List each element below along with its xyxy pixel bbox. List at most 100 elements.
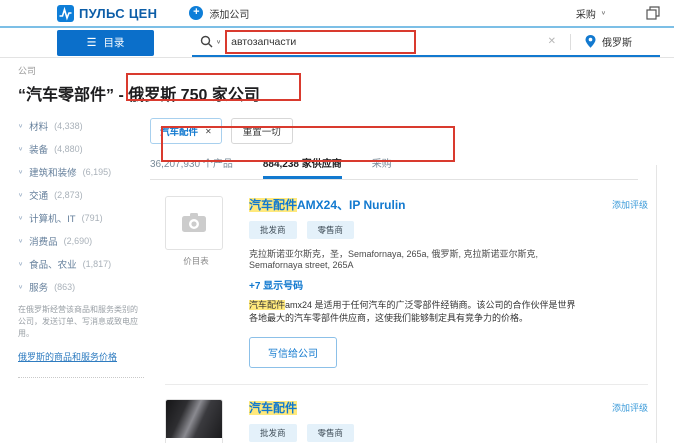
remove-filter-icon[interactable]: ✕ xyxy=(205,127,212,136)
procurement-label: 采购 xyxy=(575,9,596,21)
sidebar-item-construction[interactable]: ∨ 建筑和装修 (6,195) xyxy=(18,165,147,179)
page-title-quoted: “汽车零部件” xyxy=(18,87,115,104)
card-body: 添加评级 汽车配件 批发商 零售商 十月镇村，呃，121，奥斯特罗夫齐，圣，中环… xyxy=(249,399,648,443)
add-rating-link[interactable]: 添加评级 xyxy=(612,401,648,414)
category-count: (1,817) xyxy=(82,259,112,269)
add-rating-link[interactable]: 添加评级 xyxy=(612,198,648,211)
add-company-button[interactable]: + 添加公司 xyxy=(189,6,249,21)
catalog-button[interactable]: ☰ 目录 xyxy=(57,29,154,56)
description-rest: amx24 是适用于任何汽车的广泛零部件经销商。该公司的合作伙伴是世界各地最大的… xyxy=(249,300,576,323)
category-label: 消费品 xyxy=(29,237,58,248)
procurement-dropdown[interactable]: 采购 ∨ xyxy=(576,6,606,21)
price-list-label[interactable]: 价目表 xyxy=(165,255,227,267)
chevron-down-icon: ∨ xyxy=(600,10,606,17)
title-highlight: 汽车配件 xyxy=(249,401,298,415)
copy-windows-icon[interactable] xyxy=(646,6,660,20)
reset-all-button[interactable]: 重置一切 xyxy=(230,118,293,144)
chevron-down-icon: ∨ xyxy=(18,215,24,222)
main-area: 汽车配件 ✕ 重置一切 36,207,930 个产品 884,238 家供应商 … xyxy=(147,113,674,443)
region-selector[interactable]: 俄罗斯 xyxy=(585,34,632,49)
wholesaler-badge: 批发商 xyxy=(249,221,297,239)
catalog-label: 目录 xyxy=(103,37,125,49)
sidebar-prices-link[interactable]: 俄罗斯的商品和服务价格 xyxy=(18,350,117,363)
chevron-down-icon: ∨ xyxy=(18,238,24,245)
badges-row: 批发商 零售商 xyxy=(249,424,578,442)
category-count: (4,880) xyxy=(54,144,83,154)
title-rest: AMX24、IP Nurulin xyxy=(297,198,406,212)
sidebar: ∨ 材料 (4,338) ∨ 装备 (4,880) ∨ 建筑和装修 (6,195… xyxy=(0,113,147,443)
plus-icon: + xyxy=(189,6,204,20)
filter-chip-auto-parts[interactable]: 汽车配件 ✕ xyxy=(150,118,222,144)
chevron-down-icon: ∨ xyxy=(18,192,24,199)
chevron-down-icon: ∨ xyxy=(18,169,24,176)
category-count: (863) xyxy=(54,282,76,292)
tab-procurement[interactable]: 采购 xyxy=(372,155,392,179)
filter-chip-label: 汽车配件 xyxy=(160,127,199,138)
logo-text: ПУЛЬС ЦЕН xyxy=(79,5,158,21)
supplier-list: 价目表 添加评级 汽车配件AMX24、IP Nurulin 批发商 零售商 克拉… xyxy=(150,196,674,443)
category-count: (2,690) xyxy=(63,236,93,246)
chevron-down-icon: ∨ xyxy=(18,146,24,153)
category-label: 计算机、IT xyxy=(29,214,76,225)
thumb-column: 价目表 xyxy=(165,399,227,443)
sidebar-item-computers-it[interactable]: ∨ 计算机、IT (791) xyxy=(18,211,147,225)
sidebar-item-transport[interactable]: ∨ 交通 (2,873) xyxy=(18,188,147,202)
retailer-badge: 零售商 xyxy=(306,221,355,239)
breadcrumb[interactable]: 公司 xyxy=(18,64,674,77)
retailer-badge: 零售商 xyxy=(306,424,355,442)
add-company-label: 添加公司 xyxy=(209,9,250,21)
card-body: 添加评级 汽车配件AMX24、IP Nurulin 批发商 零售商 克拉斯诺亚尔… xyxy=(249,196,648,368)
category-count: (6,195) xyxy=(82,167,112,177)
company-photo xyxy=(166,400,222,438)
category-count: (4,338) xyxy=(54,121,83,131)
search-divider xyxy=(570,33,571,50)
search-scope-chevron-icon[interactable]: ∨ xyxy=(216,38,221,45)
sidebar-item-equipment[interactable]: ∨ 装备 (4,880) xyxy=(18,142,147,156)
company-title-link[interactable]: 汽车配件 xyxy=(249,399,578,416)
company-thumbnail[interactable] xyxy=(165,196,223,250)
thumb-column: 价目表 xyxy=(165,196,227,368)
menu-icon: ☰ xyxy=(86,37,97,49)
category-label: 服务 xyxy=(29,283,49,294)
write-to-company-button[interactable]: 写信给公司 xyxy=(249,337,337,368)
sidebar-item-materials[interactable]: ∨ 材料 (4,338) xyxy=(18,119,147,133)
sidebar-item-consumer-goods[interactable]: ∨ 消费品 (2,690) xyxy=(18,234,147,248)
sidebar-note: 在俄罗斯经营该商品和服务类别的公司，发送订单、写消息或致电应用。 xyxy=(18,305,138,338)
tab-products[interactable]: 36,207,930 个产品 xyxy=(150,155,233,179)
page-title: “汽车零部件” - 俄罗斯 750 家公司 xyxy=(18,81,674,105)
page-title-suffix: - 俄罗斯 750 家公司 xyxy=(114,87,260,104)
content: ∨ 材料 (4,338) ∨ 装备 (4,880) ∨ 建筑和装修 (6,195… xyxy=(0,113,674,443)
description-highlight: 汽车配件 xyxy=(249,300,286,310)
search-icon xyxy=(200,35,213,48)
category-label: 装备 xyxy=(29,145,49,156)
sidebar-divider xyxy=(18,377,144,378)
category-label: 建筑和装修 xyxy=(29,168,77,179)
location-pin-icon xyxy=(585,35,596,48)
sidebar-item-services[interactable]: ∨ 服务 (863) xyxy=(18,280,147,294)
wholesaler-badge: 批发商 xyxy=(249,424,297,442)
show-phone-link[interactable]: +7 显示号码 xyxy=(249,277,578,292)
category-count: (791) xyxy=(81,213,103,223)
sidebar-item-food-agriculture[interactable]: ∨ 食品、农业 (1,817) xyxy=(18,257,147,271)
page: ПУЛЬС ЦЕН + 添加公司 采购 ∨ ☰ 目录 ∨ ✕ xyxy=(0,0,674,443)
tab-suppliers[interactable]: 884,238 家供应商 xyxy=(262,155,342,179)
tabs: 36,207,930 个产品 884,238 家供应商 采购 xyxy=(150,155,638,180)
photo-whitespace xyxy=(166,438,222,443)
filter-row: 汽车配件 ✕ 重置一切 xyxy=(150,118,674,144)
supplier-card: 价目表 添加评级 汽车配件AMX24、IP Nurulin 批发商 零售商 克拉… xyxy=(150,196,648,368)
region-label: 俄罗斯 xyxy=(602,38,632,49)
chevron-down-icon: ∨ xyxy=(18,284,24,291)
company-title-link[interactable]: 汽车配件AMX24、IP Nurulin xyxy=(249,196,578,213)
chevron-down-icon: ∨ xyxy=(18,123,24,130)
clear-search-icon[interactable]: ✕ xyxy=(548,36,556,47)
card-separator xyxy=(165,384,648,385)
chevron-down-icon: ∨ xyxy=(18,261,24,268)
search-input[interactable] xyxy=(231,35,534,48)
company-thumbnail[interactable] xyxy=(165,399,223,443)
top-header: ПУЛЬС ЦЕН + 添加公司 采购 ∨ xyxy=(0,0,674,28)
camera-placeholder-icon xyxy=(182,213,206,232)
search-field[interactable]: ∨ ✕ 俄罗斯 xyxy=(192,29,660,57)
logo[interactable]: ПУЛЬС ЦЕН xyxy=(57,4,158,22)
category-label: 材料 xyxy=(29,122,49,133)
badges-row: 批发商 零售商 xyxy=(249,221,578,239)
